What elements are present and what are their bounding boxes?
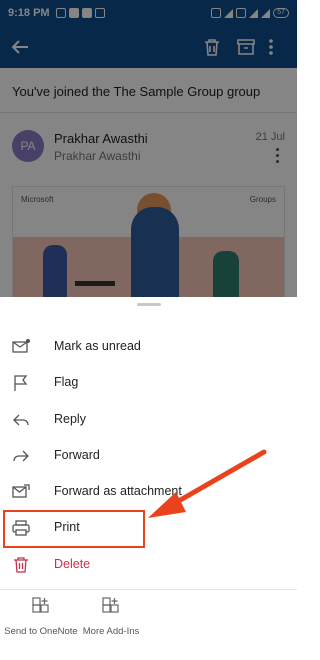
menu-item-mark-unread[interactable]: Mark as unread [0, 329, 297, 365]
sheet-divider [0, 589, 297, 590]
menu-label: Delete [54, 557, 91, 571]
add-in-icon [32, 597, 49, 613]
menu-label: Flag [54, 375, 79, 389]
addin-more-add-ins[interactable]: More Add-Ins [70, 597, 152, 639]
forward-attachment-icon [12, 484, 30, 498]
menu-label: Mark as unread [54, 339, 141, 353]
menu-item-delete[interactable]: Delete [0, 547, 297, 583]
menu-item-reply[interactable]: Reply [0, 402, 297, 438]
scrim-overlay[interactable] [0, 0, 297, 297]
trash-icon [14, 557, 28, 573]
menu-label: Forward [54, 448, 100, 462]
mail-unread-icon [12, 339, 30, 353]
addin-label: More Add-Ins [82, 626, 140, 637]
reply-icon [13, 414, 29, 426]
sheet-drag-handle[interactable] [137, 303, 161, 306]
flag-icon [14, 375, 28, 391]
print-highlight-box [3, 510, 145, 548]
add-in-icon [102, 597, 119, 613]
forward-icon [13, 450, 29, 462]
addin-label: Send to OneNote [4, 626, 78, 637]
annotation-arrow-icon [148, 449, 267, 518]
menu-label: Reply [54, 412, 86, 426]
menu-item-flag[interactable]: Flag [0, 365, 297, 401]
